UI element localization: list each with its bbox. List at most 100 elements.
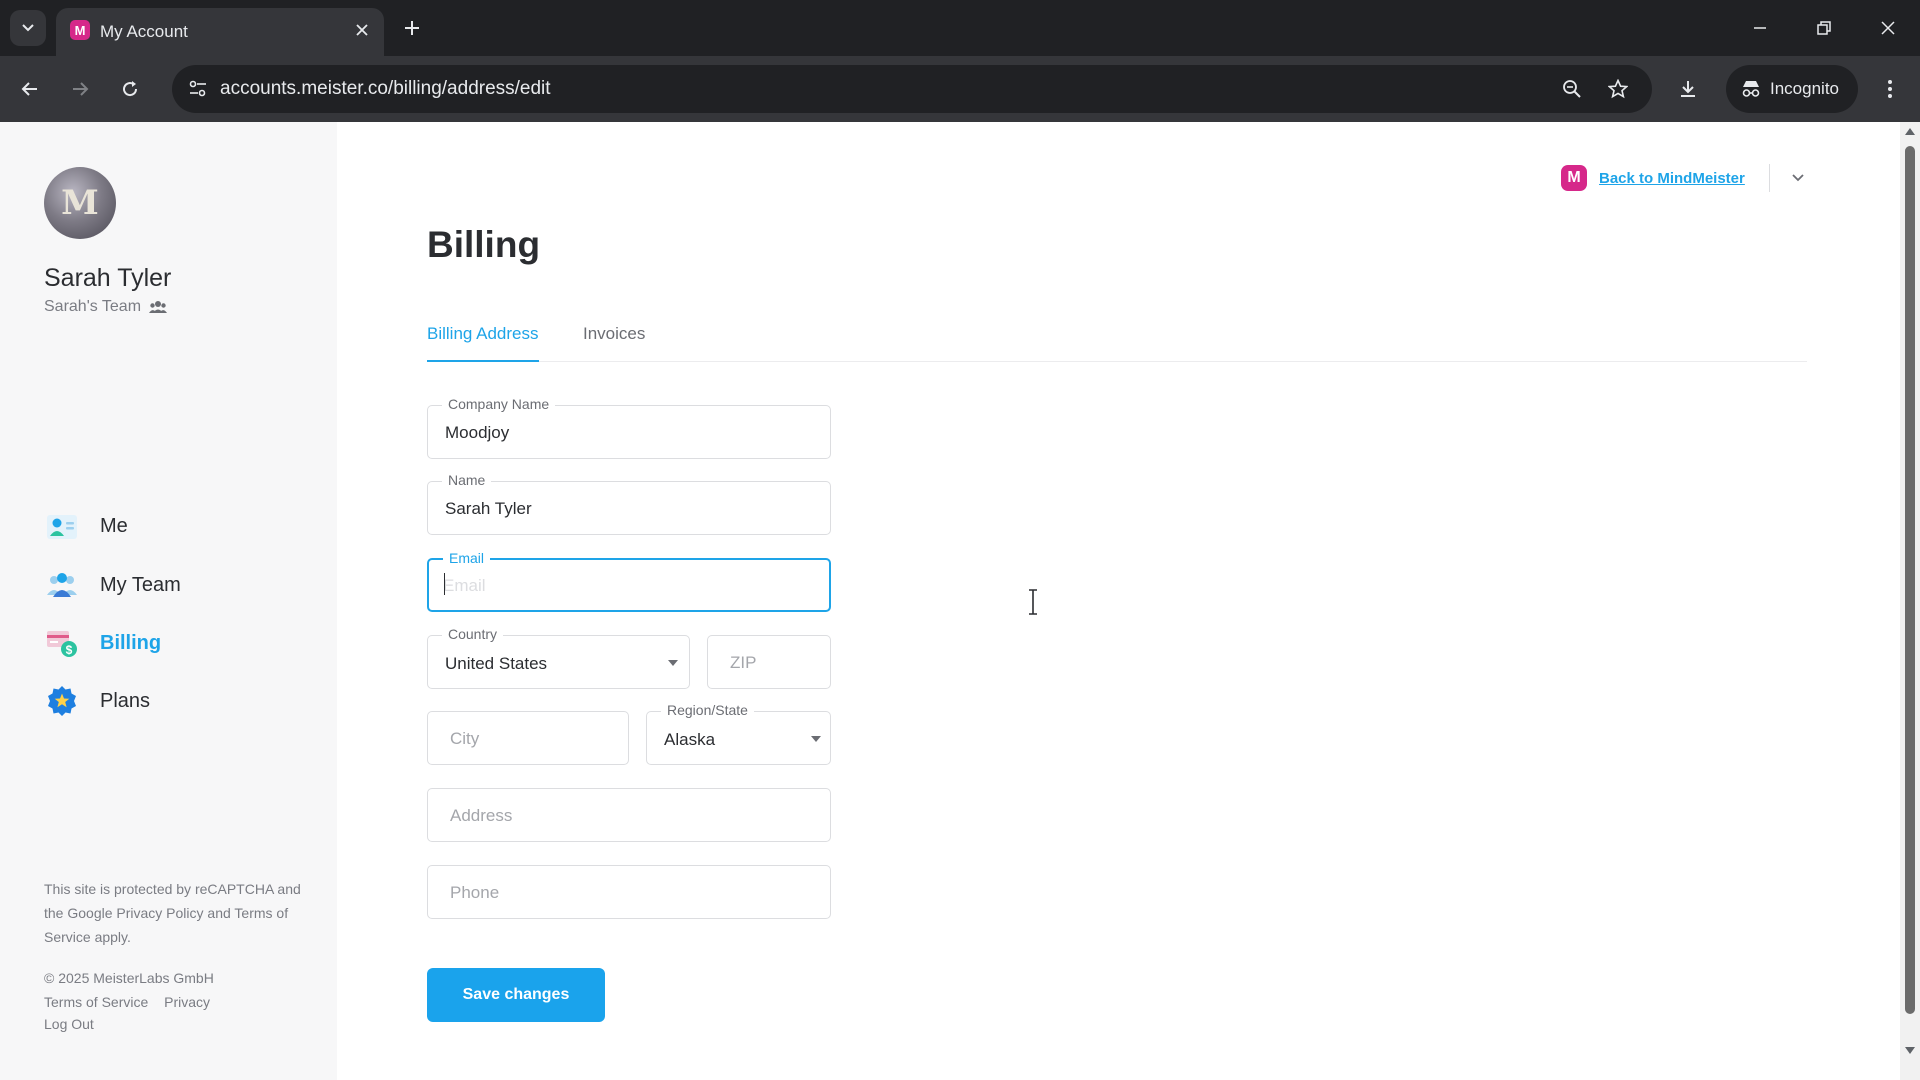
- site-info-button[interactable]: [182, 73, 214, 105]
- zip-placeholder: ZIP: [730, 653, 757, 672]
- team-icon: [44, 567, 80, 603]
- close-icon: [356, 24, 368, 36]
- incognito-icon: [1742, 81, 1760, 97]
- city-field[interactable]: City: [427, 711, 629, 765]
- page-scrollbar[interactable]: [1900, 122, 1920, 1080]
- zip-field[interactable]: ZIP: [707, 635, 831, 689]
- billing-tabs: Billing Address Invoices: [427, 312, 1807, 362]
- page-title: Billing: [427, 224, 541, 265]
- back-to-app-row: M Back to MindMeister: [1561, 164, 1806, 192]
- tune-icon: [189, 80, 206, 97]
- tab-search-button[interactable]: [10, 10, 46, 46]
- recaptcha-notice: This site is protected by reCAPTCHA and …: [44, 881, 301, 945]
- country-label: Country: [442, 626, 504, 642]
- team-name: Sarah's Team: [44, 298, 142, 315]
- browser-tab[interactable]: M My Account: [56, 8, 384, 56]
- country-select[interactable]: Country United States: [427, 626, 690, 689]
- scroll-thumb[interactable]: [1905, 146, 1915, 1014]
- footer-links: Terms of Service Privacy: [44, 994, 210, 1010]
- restore-icon: [1817, 21, 1831, 35]
- chevron-down-icon: [1792, 174, 1804, 182]
- browser-menu-button[interactable]: [1872, 71, 1908, 107]
- close-icon: [1881, 21, 1895, 35]
- company-name-value[interactable]: Moodjoy: [445, 423, 509, 443]
- sidebar-item-label: My Team: [100, 573, 181, 596]
- badge-star-icon: [44, 683, 80, 719]
- person-card-icon: [44, 508, 80, 544]
- arrow-right-icon: [73, 82, 89, 96]
- name-field[interactable]: Name Sarah Tyler: [427, 472, 831, 535]
- tab-close-button[interactable]: [350, 18, 374, 42]
- tab-invoices[interactable]: Invoices: [583, 312, 645, 362]
- scroll-down-arrow-icon[interactable]: [1905, 1047, 1915, 1054]
- tab-billing-address[interactable]: Billing Address: [427, 312, 539, 362]
- restore-button[interactable]: [1804, 8, 1844, 48]
- billing-main: M Back to MindMeister Billing Billing Ad…: [337, 122, 1900, 1080]
- browser-tab-bar: M My Account: [0, 0, 1920, 56]
- back-to-mindmeister-link[interactable]: Back to MindMeister: [1599, 170, 1745, 187]
- divider: [1768, 164, 1770, 192]
- company-name-field[interactable]: Company Name Moodjoy: [427, 396, 831, 459]
- kebab-menu-icon: [1888, 80, 1892, 98]
- name-label: Name: [442, 472, 492, 488]
- download-icon: [1681, 81, 1695, 97]
- dropdown-arrow-icon: [668, 660, 678, 666]
- bookmark-button[interactable]: [1602, 73, 1634, 105]
- text-caret: [444, 573, 445, 595]
- reload-button[interactable]: [112, 71, 148, 107]
- close-window-button[interactable]: [1868, 8, 1908, 48]
- company-name-label: Company Name: [442, 396, 556, 412]
- copyright-text: © 2025 MeisterLabs GmbH: [44, 970, 214, 986]
- email-label: Email: [443, 550, 491, 566]
- privacy-link[interactable]: Privacy: [164, 994, 210, 1010]
- sidebar-item-my-team[interactable]: My Team: [44, 565, 181, 605]
- phone-field[interactable]: Phone: [427, 865, 831, 919]
- sidebar-item-billing[interactable]: $ Billing: [44, 623, 161, 663]
- reload-icon: [123, 81, 138, 97]
- phone-placeholder: Phone: [450, 883, 500, 902]
- sidebar-item-label: Billing: [100, 631, 162, 654]
- region-label: Region/State: [661, 702, 754, 718]
- mindmeister-logo-icon: M: [1561, 165, 1587, 191]
- logout-link[interactable]: Log Out: [44, 1016, 94, 1032]
- dropdown-arrow-icon: [811, 736, 821, 742]
- sidebar-item-me[interactable]: Me: [44, 506, 128, 546]
- name-value[interactable]: Sarah Tyler: [445, 499, 532, 519]
- new-tab-button[interactable]: [396, 12, 428, 44]
- sidebar-item-label: Me: [100, 514, 128, 537]
- zoom-icon: [1563, 80, 1581, 98]
- city-placeholder: City: [450, 729, 480, 748]
- chevron-down-icon: [22, 24, 34, 32]
- account-menu-toggle[interactable]: [1790, 170, 1806, 186]
- address-field[interactable]: Address: [427, 788, 831, 842]
- tab-title: My Account: [100, 22, 188, 41]
- billing-icon: $: [44, 625, 80, 661]
- zoom-button[interactable]: [1556, 73, 1588, 105]
- url-text[interactable]: accounts.meister.co/billing/address/edit: [220, 78, 551, 100]
- user-name: Sarah Tyler: [44, 264, 172, 292]
- terms-link[interactable]: Terms of Service: [44, 994, 148, 1010]
- back-button[interactable]: [12, 71, 48, 107]
- sidebar-item-label: Plans: [100, 689, 151, 712]
- team-row: Sarah's Team: [44, 298, 168, 316]
- downloads-button[interactable]: [1670, 71, 1706, 107]
- email-input[interactable]: [443, 572, 813, 600]
- star-icon: [1608, 79, 1628, 99]
- region-select[interactable]: Region/State Alaska: [646, 702, 831, 765]
- scroll-up-arrow-icon[interactable]: [1905, 128, 1915, 135]
- text-cursor-icon: [1029, 589, 1037, 615]
- meister-favicon-icon: M: [70, 20, 90, 40]
- address-placeholder: Address: [450, 806, 513, 825]
- account-sidebar: M Sarah Tyler Sarah's Team Me My Team $ …: [0, 122, 337, 1080]
- team-icon: [149, 301, 168, 313]
- avatar[interactable]: M: [44, 167, 116, 239]
- country-value: United States: [445, 654, 548, 673]
- minimize-button[interactable]: [1740, 8, 1780, 48]
- email-field[interactable]: Email: [427, 550, 831, 612]
- address-bar[interactable]: accounts.meister.co/billing/address/edit: [172, 65, 1652, 113]
- forward-button[interactable]: [62, 71, 98, 107]
- save-changes-button[interactable]: Save changes: [427, 968, 605, 1022]
- sidebar-item-plans[interactable]: Plans: [44, 681, 150, 721]
- page-content: M Sarah Tyler Sarah's Team Me My Team $ …: [0, 122, 1920, 1080]
- incognito-indicator[interactable]: Incognito: [1726, 65, 1858, 113]
